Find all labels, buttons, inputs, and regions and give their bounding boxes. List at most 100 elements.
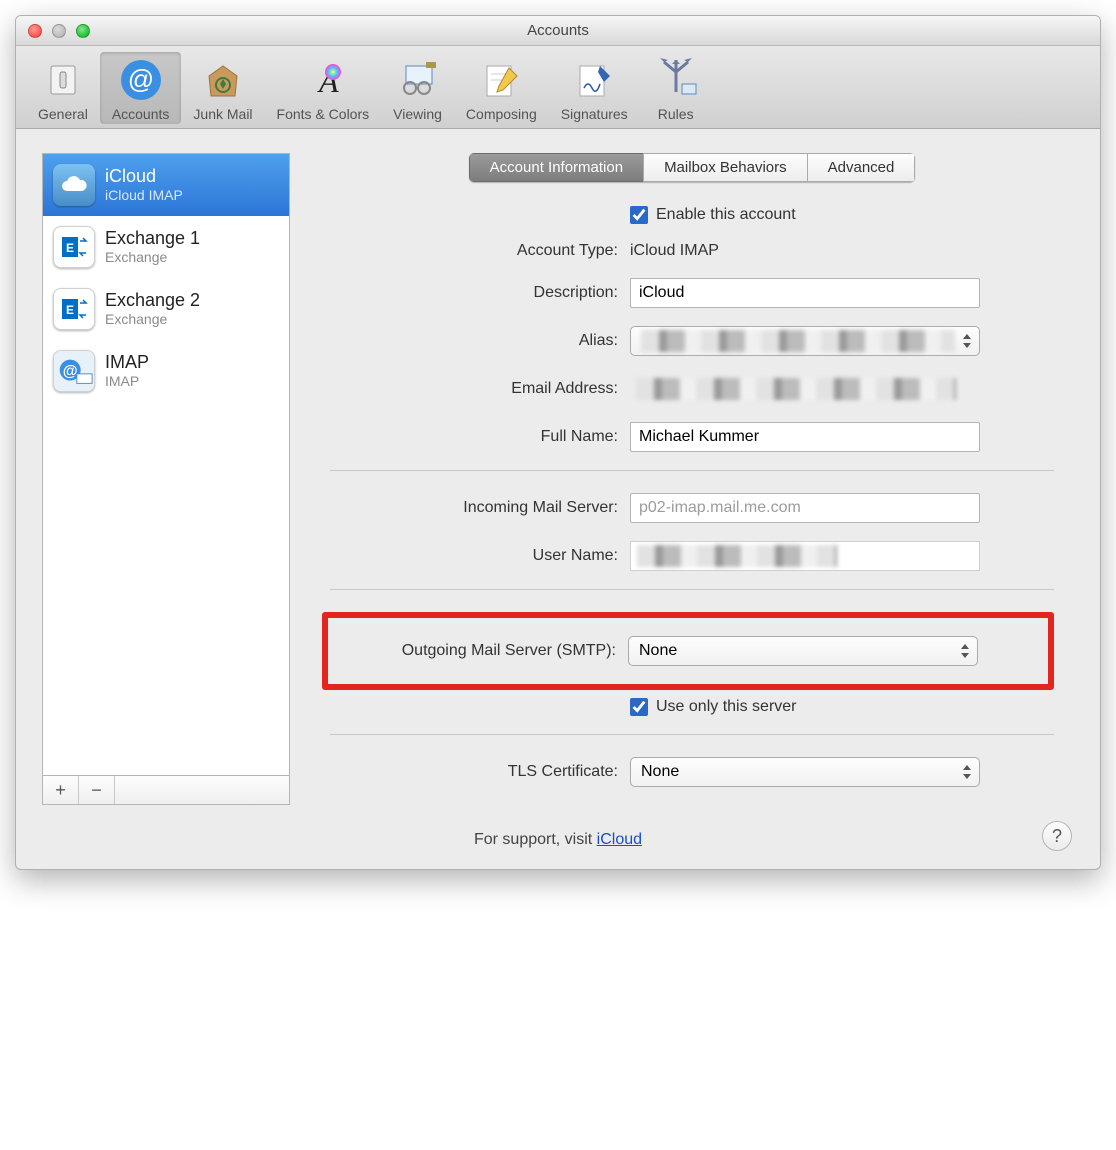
remove-account-button[interactable]: − — [79, 776, 115, 804]
tab-bar: Account Information Mailbox Behaviors Ad… — [310, 153, 1074, 182]
label-smtp: Outgoing Mail Server (SMTP): — [328, 642, 628, 660]
row-tls: TLS Certificate: None — [330, 757, 1054, 787]
alias-popup[interactable] — [630, 326, 980, 356]
support-link[interactable]: iCloud — [597, 831, 642, 848]
account-item-exchange-1[interactable]: E Exchange 1 Exchange — [43, 216, 289, 278]
tls-value: None — [641, 763, 679, 781]
label-email: Email Address: — [330, 380, 630, 398]
accounts-sidebar: iCloud iCloud IMAP E Exchange 1 Exchange — [42, 153, 290, 805]
content-area: iCloud iCloud IMAP E Exchange 1 Exchange — [16, 129, 1100, 821]
enable-account-checkbox[interactable] — [630, 206, 648, 224]
exchange-icon: E — [53, 288, 95, 330]
toolbar-item-accounts[interactable]: @ Accounts — [100, 52, 182, 124]
main-panel: Account Information Mailbox Behaviors Ad… — [310, 153, 1074, 805]
svg-text:@: @ — [63, 363, 78, 380]
viewing-icon — [394, 56, 442, 104]
toolbar-label: Junk Mail — [193, 106, 252, 122]
row-use-only: Use only this server — [330, 698, 1054, 716]
label-alias: Alias: — [330, 332, 630, 350]
redacted-alias — [641, 330, 955, 352]
tab-advanced[interactable]: Advanced — [807, 153, 916, 182]
divider — [330, 734, 1054, 735]
toolbar-item-general[interactable]: General — [26, 52, 100, 124]
smtp-highlight: Outgoing Mail Server (SMTP): None — [322, 612, 1054, 690]
label-description: Description: — [330, 284, 630, 302]
label-username: User Name: — [330, 547, 630, 565]
account-subtitle: Exchange — [105, 311, 200, 328]
account-title: Exchange 2 — [105, 290, 200, 312]
toolbar-item-composing[interactable]: Composing — [454, 52, 549, 124]
tab-account-information[interactable]: Account Information — [469, 153, 643, 182]
account-title: Exchange 1 — [105, 228, 200, 250]
row-email: Email Address: — [330, 374, 1054, 404]
toolbar-label: Fonts & Colors — [277, 106, 370, 122]
add-account-button[interactable]: + — [43, 776, 79, 804]
smtp-value: None — [639, 642, 677, 660]
row-incoming: Incoming Mail Server: — [330, 493, 1054, 523]
traffic-lights — [28, 24, 90, 38]
exchange-icon: E — [53, 226, 95, 268]
toolbar-item-viewing[interactable]: Viewing — [381, 52, 454, 124]
close-button[interactable] — [28, 24, 42, 38]
use-only-server-checkbox[interactable] — [630, 698, 648, 716]
row-enable: Enable this account — [330, 206, 1054, 224]
label-incoming: Incoming Mail Server: — [330, 499, 630, 517]
row-smtp: Outgoing Mail Server (SMTP): None — [328, 636, 1040, 666]
minimize-button[interactable] — [52, 24, 66, 38]
composing-icon — [477, 56, 525, 104]
toolbar-item-rules[interactable]: Rules — [640, 52, 712, 124]
signatures-icon — [570, 56, 618, 104]
use-only-server-label: Use only this server — [656, 698, 797, 716]
footer: For support, visit iCloud ? — [16, 821, 1100, 869]
fonts-colors-icon: A — [299, 56, 347, 104]
enable-account-label: Enable this account — [656, 206, 796, 224]
spacer — [115, 776, 289, 804]
label-tls: TLS Certificate: — [330, 763, 630, 781]
row-alias: Alias: — [330, 326, 1054, 356]
toolbar-item-junk[interactable]: Junk Mail — [181, 52, 264, 124]
toolbar-label: Viewing — [393, 106, 442, 122]
toolbar-item-signatures[interactable]: Signatures — [549, 52, 640, 124]
account-subtitle: IMAP — [105, 373, 149, 390]
redacted-email — [636, 378, 956, 400]
row-fullname: Full Name: — [330, 422, 1054, 452]
toolbar-item-fonts-colors[interactable]: A Fonts & Colors — [265, 52, 382, 124]
tab-mailbox-behaviors[interactable]: Mailbox Behaviors — [643, 153, 807, 182]
junk-mail-icon — [199, 56, 247, 104]
svg-text:@: @ — [127, 64, 153, 94]
zoom-button[interactable] — [76, 24, 90, 38]
label-account-type: Account Type: — [330, 242, 630, 260]
account-item-exchange-2[interactable]: E Exchange 2 Exchange — [43, 278, 289, 340]
svg-text:E: E — [66, 241, 74, 255]
help-button[interactable]: ? — [1042, 821, 1072, 851]
toolbar-label: Accounts — [112, 106, 170, 122]
rules-icon — [652, 56, 700, 104]
label-fullname: Full Name: — [330, 428, 630, 446]
row-username: User Name: — [330, 541, 1054, 571]
smtp-popup[interactable]: None — [628, 636, 978, 666]
account-subtitle: Exchange — [105, 249, 200, 266]
window-title: Accounts — [16, 22, 1100, 39]
description-input[interactable] — [630, 278, 980, 308]
divider — [330, 589, 1054, 590]
account-item-imap[interactable]: @ IMAP IMAP — [43, 340, 289, 402]
tls-popup[interactable]: None — [630, 757, 980, 787]
account-title: IMAP — [105, 352, 149, 374]
toolbar-label: Rules — [658, 106, 694, 122]
toolbar-label: Signatures — [561, 106, 628, 122]
sidebar-controls: + − — [42, 775, 290, 805]
redacted-username — [637, 545, 837, 567]
fullname-input[interactable] — [630, 422, 980, 452]
general-icon — [39, 56, 87, 104]
icloud-icon — [53, 164, 95, 206]
row-account-type: Account Type: iCloud IMAP — [330, 242, 1054, 260]
divider — [330, 470, 1054, 471]
accounts-list[interactable]: iCloud iCloud IMAP E Exchange 1 Exchange — [42, 153, 290, 775]
account-subtitle: iCloud IMAP — [105, 187, 183, 204]
row-description: Description: — [330, 278, 1054, 308]
account-item-icloud[interactable]: iCloud iCloud IMAP — [43, 154, 289, 216]
at-icon: @ — [117, 56, 165, 104]
svg-text:E: E — [66, 303, 74, 317]
preferences-toolbar: General @ Accounts Junk Mail A Fonts & C… — [16, 46, 1100, 129]
account-info-form: Enable this account Account Type: iCloud… — [310, 206, 1074, 787]
